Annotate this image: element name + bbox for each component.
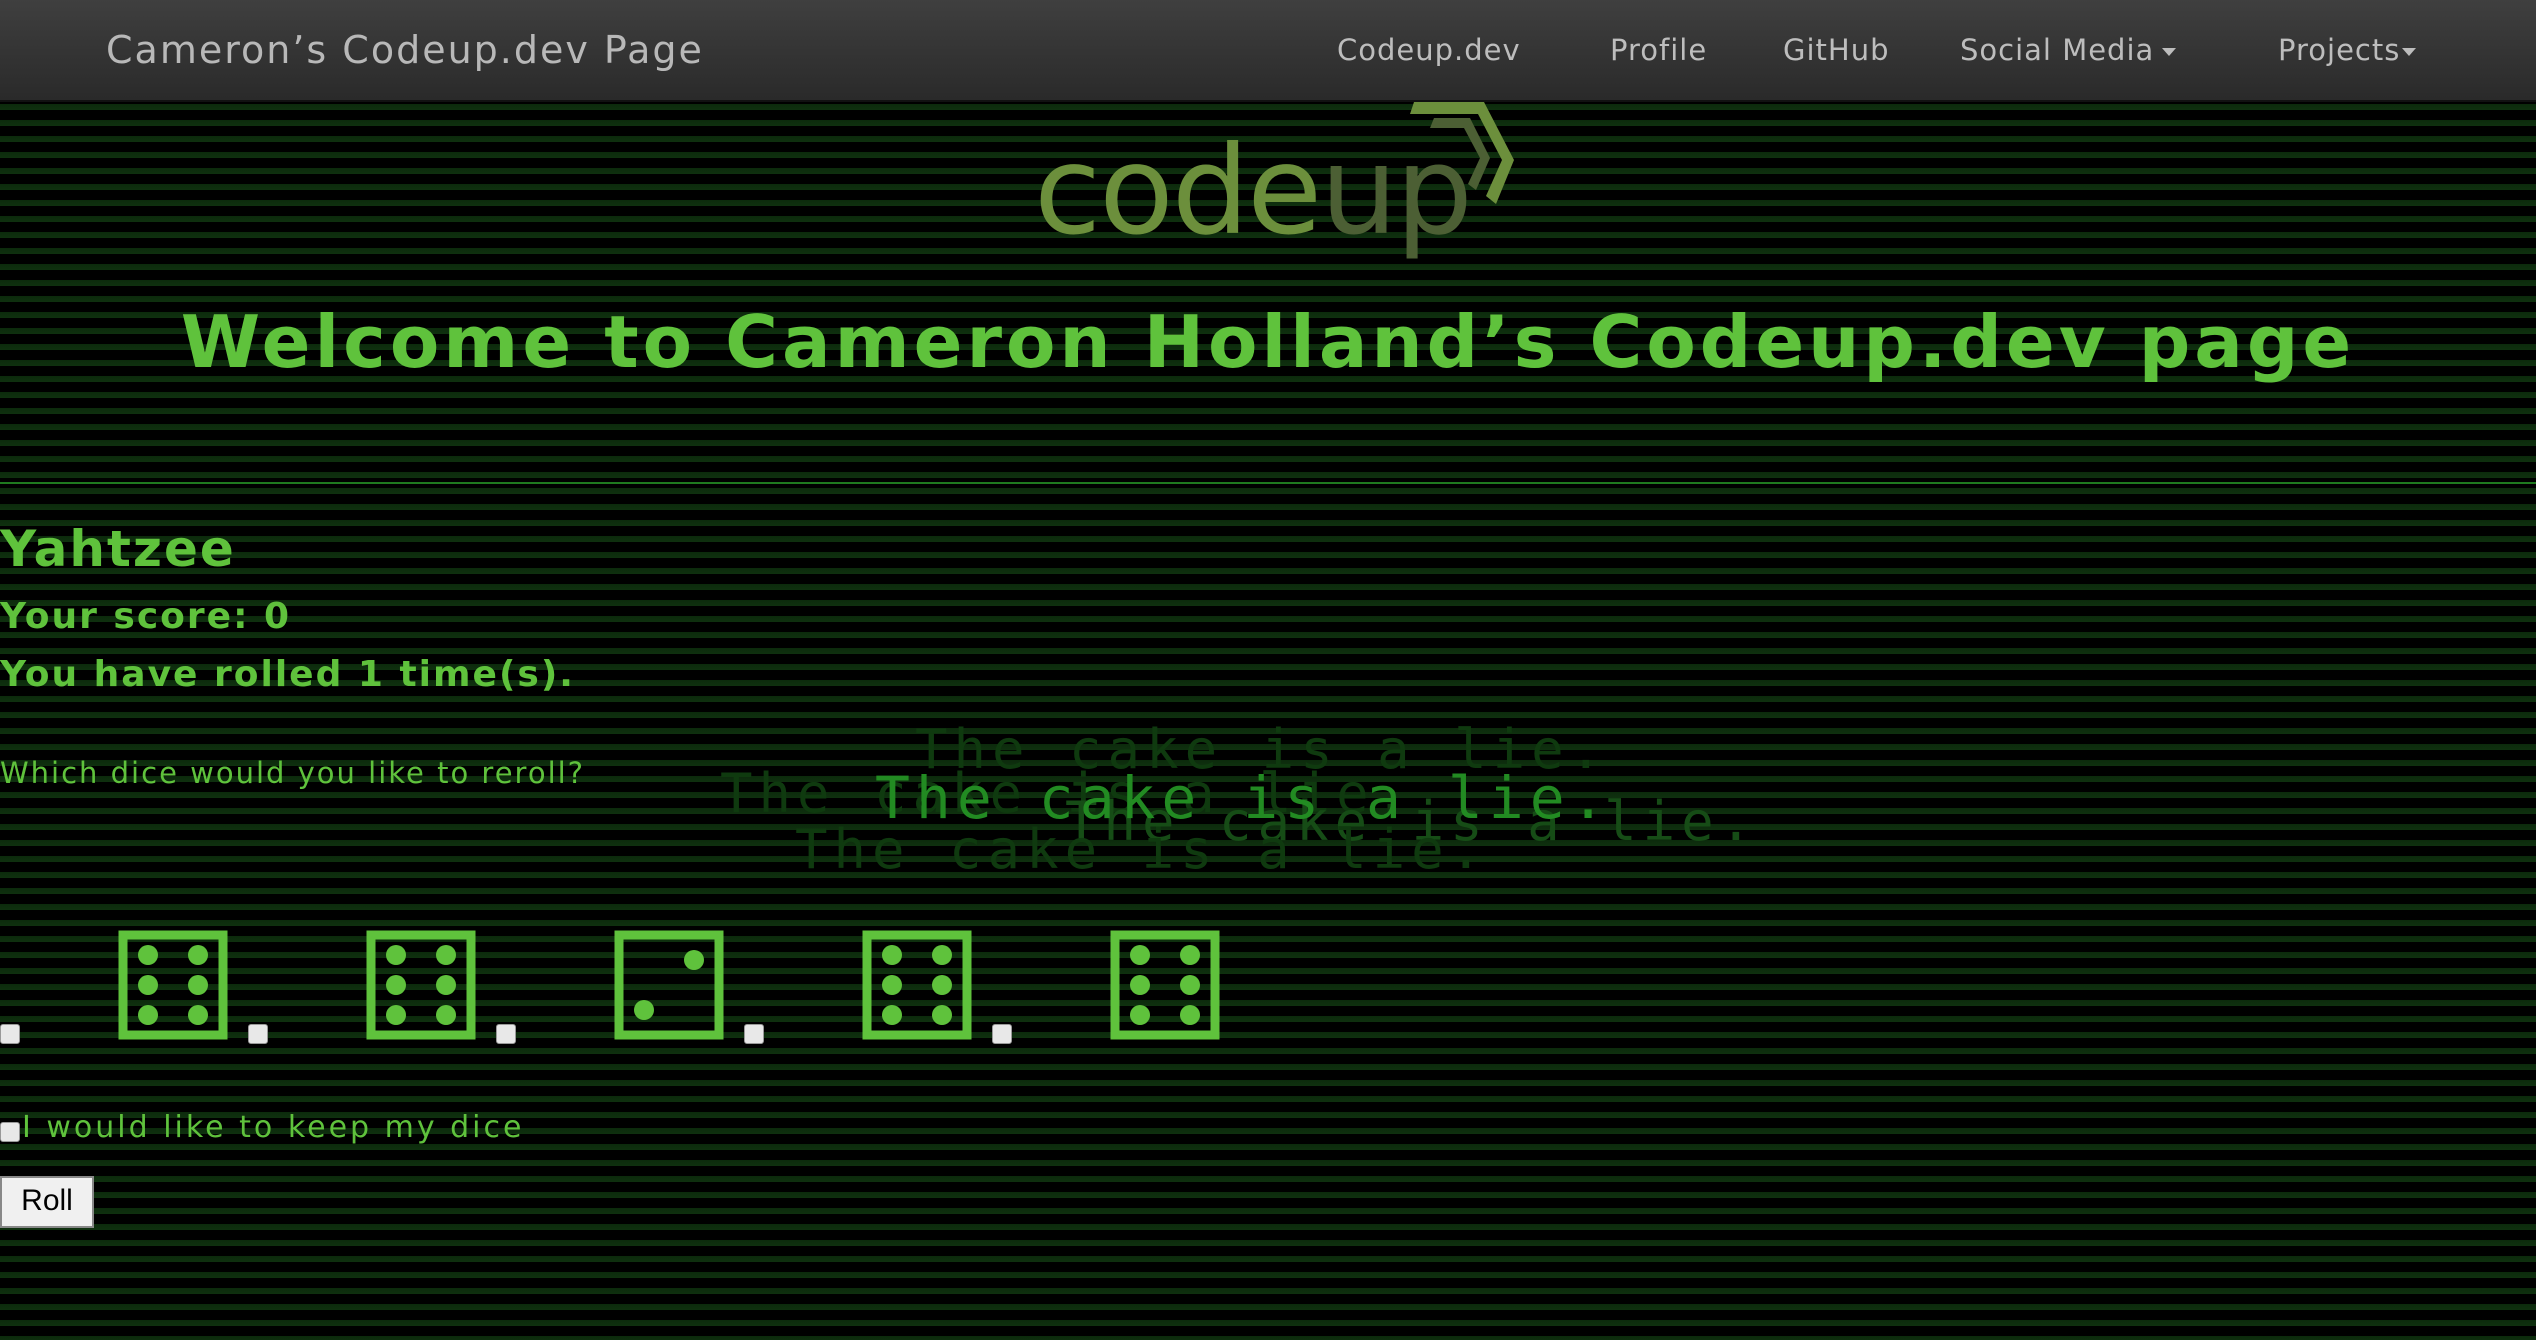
chevron-down-icon — [2402, 48, 2417, 56]
reroll-checkbox-3[interactable] — [496, 1024, 516, 1044]
die-face-icon — [1110, 930, 1220, 1040]
game-title: Yahtzee — [0, 520, 236, 578]
die-pip — [386, 945, 406, 965]
die-face-icon — [614, 930, 724, 1040]
die-pip — [1130, 945, 1150, 965]
die-pip — [634, 1000, 654, 1020]
nav-item-profile[interactable]: Profile — [1610, 33, 1707, 67]
die-pip — [1130, 1005, 1150, 1025]
codeup-logo: codeup — [1034, 100, 1524, 270]
navbar-brand[interactable]: Cameron’s Codeup.dev Page — [106, 28, 704, 72]
logo-mark-icon — [1410, 102, 1514, 204]
die-4 — [862, 930, 972, 1040]
reroll-checkbox-5[interactable] — [992, 1024, 1012, 1044]
die-pip — [436, 975, 456, 995]
nav-item-social-media[interactable]: Social Media — [1960, 33, 2177, 67]
roll-count-text: You have rolled 1 time(s). — [0, 654, 575, 695]
chevron-down-icon — [2162, 48, 2177, 56]
die-pip — [932, 1005, 952, 1025]
die-pip — [1180, 1005, 1200, 1025]
die-pip — [1130, 975, 1150, 995]
score-text: Your score: 0 — [0, 596, 292, 637]
reroll-checkbox-2[interactable] — [248, 1024, 268, 1044]
divider — [0, 482, 2536, 484]
reroll-question: Which dice would you like to reroll? — [0, 756, 586, 790]
die-pip — [1180, 945, 1200, 965]
keep-dice-checkbox[interactable] — [0, 1122, 20, 1142]
die-face-icon — [366, 930, 476, 1040]
die-pip — [882, 975, 902, 995]
reroll-checkbox-1[interactable] — [0, 1024, 20, 1044]
die-pip — [1180, 975, 1200, 995]
die-2 — [366, 930, 476, 1040]
die-pip — [882, 945, 902, 965]
die-pip — [436, 945, 456, 965]
die-pip — [138, 975, 158, 995]
die-pip — [436, 1005, 456, 1025]
nav-item-social-media-label: Social Media — [1960, 33, 2155, 67]
die-pip — [932, 945, 952, 965]
die-pip — [138, 1005, 158, 1025]
die-face-icon — [118, 930, 228, 1040]
die-pip — [386, 975, 406, 995]
die-5 — [1110, 930, 1220, 1040]
die-pip — [188, 1005, 208, 1025]
nav-item-projects[interactable]: Projects — [2278, 33, 2417, 67]
nav-item-codeup[interactable]: Codeup.dev — [1337, 33, 1521, 67]
die-pip — [882, 1005, 902, 1025]
nav-item-projects-label: Projects — [2278, 33, 2401, 67]
die-border — [614, 930, 724, 1040]
die-pip — [386, 1005, 406, 1025]
die-1 — [118, 930, 228, 1040]
roll-button[interactable]: Roll — [0, 1176, 94, 1228]
reroll-checkbox-4[interactable] — [744, 1024, 764, 1044]
die-pip — [188, 975, 208, 995]
navbar: Cameron’s Codeup.dev Page Codeup.dev Pro… — [0, 0, 2536, 102]
die-pip — [188, 945, 208, 965]
die-pip — [138, 945, 158, 965]
die-pip — [684, 950, 704, 970]
die-3 — [614, 930, 724, 1040]
logo-text-code: code — [1034, 120, 1322, 262]
background-text-main: The cake is a lie. — [875, 764, 1612, 832]
keep-dice-label: I would like to keep my dice — [22, 1110, 525, 1145]
welcome-heading: Welcome to Cameron Holland’s Codeup.dev … — [180, 300, 2356, 384]
die-pip — [932, 975, 952, 995]
die-face-icon — [862, 930, 972, 1040]
nav-item-github[interactable]: GitHub — [1783, 33, 1890, 67]
